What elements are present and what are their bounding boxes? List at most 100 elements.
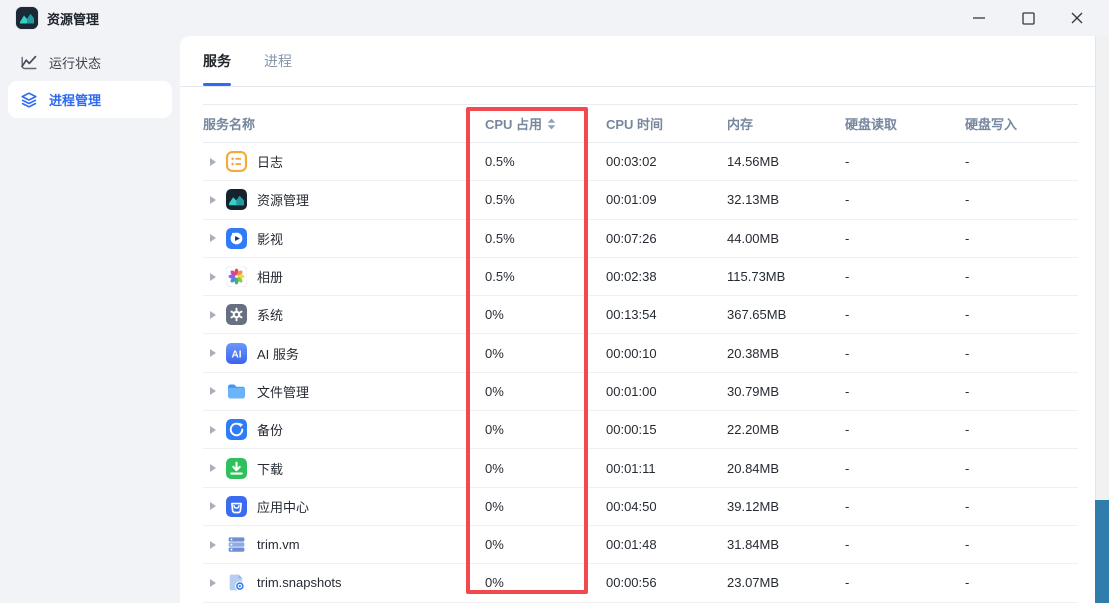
- table-row[interactable]: 备份 0% 00:00:15 22.20MB - -: [203, 411, 1078, 450]
- cpu-time-cell: 00:07:26: [606, 230, 657, 246]
- ai-icon: AI: [226, 342, 247, 364]
- snapshot-icon: [226, 572, 247, 593]
- column-header-service-name[interactable]: 服务名称: [203, 114, 485, 133]
- memory-cell: 20.38MB: [727, 345, 780, 361]
- expand-caret-icon[interactable]: [210, 234, 216, 243]
- sidebar-item-process-management[interactable]: 进程管理: [8, 81, 172, 118]
- column-header-cpu-time[interactable]: CPU 时间: [606, 114, 727, 133]
- expand-caret-icon[interactable]: [210, 272, 216, 281]
- disk-write-cell: -: [965, 575, 970, 591]
- expand-caret-icon[interactable]: [210, 540, 216, 549]
- expand-caret-icon[interactable]: [210, 425, 216, 434]
- service-name: 下载: [257, 461, 284, 477]
- server-icon: [226, 534, 247, 555]
- cpu-usage-cell: 0%: [485, 383, 504, 399]
- minimize-button[interactable]: [965, 4, 993, 32]
- table-row[interactable]: 文件管理 0% 00:01:00 30.79MB - -: [203, 373, 1078, 412]
- table-body: 日志 0.5% 00:03:02 14.56MB - - 资源管理 0.5% 00:01:09 3…: [203, 143, 1078, 603]
- service-name-cell: trim.vm: [203, 534, 485, 555]
- close-button[interactable]: [1063, 4, 1091, 32]
- service-name-cell: 备份: [203, 419, 485, 441]
- sort-icon[interactable]: [547, 118, 556, 130]
- expand-caret-icon[interactable]: [210, 464, 216, 473]
- tab-processes[interactable]: 进程: [264, 36, 292, 86]
- disk-write-cell: -: [965, 307, 970, 323]
- service-name: trim.snapshots: [257, 575, 342, 591]
- cpu-time-cell: 00:01:48: [606, 537, 657, 553]
- expand-caret-icon[interactable]: [210, 578, 216, 587]
- column-header-cpu-usage[interactable]: CPU 占用: [485, 114, 606, 133]
- scrollbar-track[interactable]: [1095, 36, 1109, 603]
- maximize-button[interactable]: [1014, 4, 1042, 32]
- cpu-usage-cell: 0.5%: [485, 269, 515, 285]
- cpu-time-cell: 00:01:09: [606, 192, 657, 208]
- window-controls: [965, 0, 1091, 36]
- disk-write-cell: -: [965, 498, 970, 514]
- expand-caret-icon[interactable]: [210, 387, 216, 396]
- column-header-disk-read[interactable]: 硬盘读取: [845, 114, 965, 133]
- sidebar-item-running-status[interactable]: 运行状态: [0, 44, 180, 80]
- scrollbar-thumb[interactable]: [1095, 500, 1109, 603]
- service-name: trim.vm: [257, 537, 300, 553]
- video-icon: [226, 227, 247, 249]
- table-row[interactable]: 下载 0% 00:01:11 20.84MB - -: [203, 449, 1078, 488]
- service-name-cell: 应用中心: [203, 495, 485, 517]
- download-icon: [226, 457, 247, 479]
- memory-cell: 23.07MB: [727, 575, 780, 591]
- service-name: 系统: [257, 308, 284, 324]
- titlebar: 资源管理: [0, 0, 1109, 36]
- expand-caret-icon[interactable]: [210, 349, 216, 358]
- table-row[interactable]: trim.snapshots 0% 00:00:56 23.07MB - -: [203, 564, 1078, 603]
- disk-write-cell: -: [965, 537, 970, 553]
- service-name-cell: 系统: [203, 304, 485, 326]
- column-label: 服务名称: [203, 117, 256, 132]
- disk-write-cell: -: [965, 154, 970, 170]
- column-label: 硬盘写入: [965, 117, 1018, 132]
- expand-caret-icon[interactable]: [210, 157, 216, 166]
- disk-write-cell: -: [965, 422, 970, 438]
- photos-icon: [226, 266, 247, 288]
- disk-write-cell: -: [965, 269, 970, 285]
- column-label: 硬盘读取: [845, 117, 898, 132]
- tab-bar: 服务 进程: [180, 36, 1109, 87]
- disk-read-cell: -: [845, 307, 850, 323]
- service-name-cell: AI AI 服务: [203, 342, 485, 364]
- cpu-time-cell: 00:04:50: [606, 498, 657, 514]
- table-row[interactable]: 应用中心 0% 00:04:50 39.12MB - -: [203, 488, 1078, 526]
- column-label: 内存: [727, 117, 754, 132]
- table-header: 服务名称 CPU 占用 CPU 时间 内存 硬盘读取 硬盘写入: [203, 104, 1078, 143]
- cpu-time-cell: 00:00:15: [606, 422, 657, 438]
- disk-write-cell: -: [965, 345, 970, 361]
- table-row[interactable]: 相册 0.5% 00:02:38 115.73MB - -: [203, 258, 1078, 297]
- line-chart-icon: [20, 53, 38, 71]
- disk-read-cell: -: [845, 345, 850, 361]
- monitor-icon: [226, 189, 247, 211]
- service-name: 文件管理: [257, 384, 310, 400]
- memory-cell: 14.56MB: [727, 154, 780, 170]
- table-row[interactable]: 系统 0% 00:13:54 367.65MB - -: [203, 296, 1078, 335]
- column-header-disk-write[interactable]: 硬盘写入: [965, 114, 1078, 133]
- service-name-cell: 资源管理: [203, 189, 485, 211]
- table-row[interactable]: 影视 0.5% 00:07:26 44.00MB - -: [203, 220, 1078, 258]
- table-row[interactable]: trim.vm 0% 00:01:48 31.84MB - -: [203, 526, 1078, 565]
- tab-services[interactable]: 服务: [203, 36, 231, 86]
- cpu-time-cell: 00:02:38: [606, 269, 657, 285]
- service-name-cell: 下载: [203, 457, 485, 479]
- table-row[interactable]: AI AI 服务 0% 00:00:10 20.38MB - -: [203, 334, 1078, 373]
- disk-read-cell: -: [845, 575, 850, 591]
- service-name-cell: 影视: [203, 227, 485, 249]
- sidebar-item-label: 进程管理: [49, 93, 102, 108]
- cpu-time-cell: 00:00:56: [606, 575, 657, 591]
- memory-cell: 32.13MB: [727, 192, 780, 208]
- expand-caret-icon[interactable]: [210, 310, 216, 319]
- memory-cell: 115.73MB: [727, 269, 786, 285]
- sidebar: 运行状态 进程管理: [0, 36, 180, 603]
- expand-caret-icon[interactable]: [210, 502, 216, 511]
- table-row[interactable]: 资源管理 0.5% 00:01:09 32.13MB - -: [203, 181, 1078, 220]
- cpu-usage-cell: 0%: [485, 460, 504, 476]
- column-header-memory[interactable]: 内存: [727, 114, 845, 133]
- expand-caret-icon[interactable]: [210, 195, 216, 204]
- services-table: 服务名称 CPU 占用 CPU 时间 内存 硬盘读取 硬盘写入 日志 0.5% 00…: [203, 104, 1078, 603]
- table-row[interactable]: 日志 0.5% 00:03:02 14.56MB - -: [203, 143, 1078, 182]
- sidebar-item-label: 运行状态: [49, 55, 102, 71]
